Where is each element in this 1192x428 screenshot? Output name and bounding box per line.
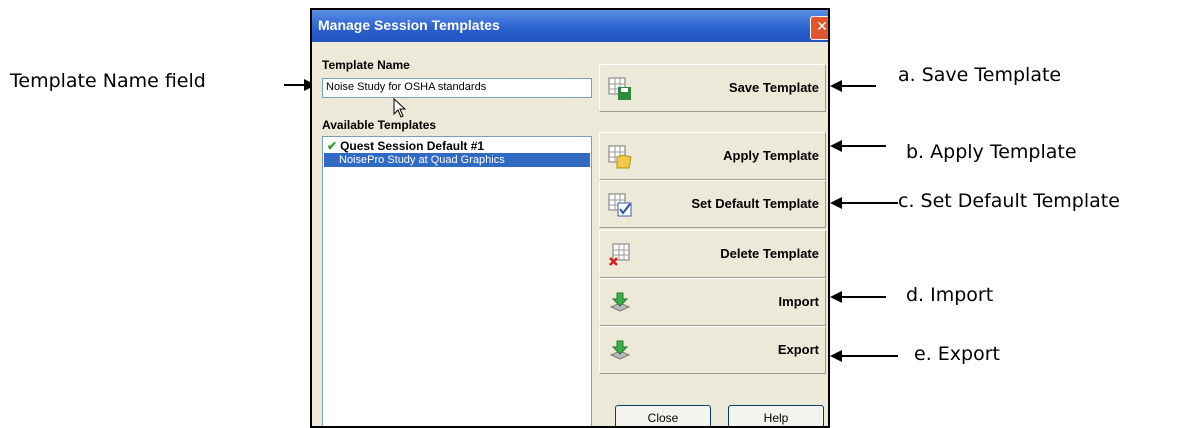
annotation-apply-template: b. Apply Template [906,141,1077,163]
list-item[interactable]: NoisePro Study at Quad Graphics [324,153,590,167]
import-label: Import [778,294,819,309]
export-label: Export [777,342,819,357]
close-button[interactable]: Close [615,405,711,426]
list-item[interactable]: ✔ Quest Session Default #1 [324,139,590,153]
annotation-export: e. Export [914,343,1000,365]
save-template-label: Save Template [728,80,819,95]
delete-template-label: Delete Template [720,246,819,261]
delete-template-button[interactable]: Delete Template [599,230,826,278]
template-name-label: Template Name [322,58,410,72]
mouse-pointer-icon [393,98,407,118]
annotation-save-template: a. Save Template [898,64,1062,86]
apply-template-button[interactable]: Apply Template [599,132,826,180]
export-icon [609,340,631,360]
dialog-title: Manage Session Templates [318,17,500,33]
annotation-arrow [840,202,898,204]
annotation-arrow [840,145,886,147]
annotation-arrow [284,84,306,86]
annotation-import: d. Import [906,284,994,306]
save-template-icon [608,77,631,100]
annotation-template-name-field: Template Name field [10,70,206,92]
title-bar: Manage Session Templates ✕ [312,10,828,42]
check-icon: ✔ [327,139,338,153]
set-default-template-button[interactable]: Set Default Template [599,180,826,228]
apply-template-icon [608,145,632,169]
set-default-template-icon [608,193,632,217]
import-button[interactable]: Import [599,278,826,326]
manage-session-templates-dialog: Manage Session Templates ✕ Template Name… [310,8,830,428]
close-icon[interactable]: ✕ [810,16,828,40]
available-templates-label: Available Templates [322,118,437,132]
export-button[interactable]: Export [599,326,826,374]
annotation-set-default-template: c. Set Default Template [898,190,1120,212]
help-button[interactable]: Help [728,405,824,426]
save-template-button[interactable]: Save Template [599,64,826,112]
delete-template-icon [609,243,630,266]
annotation-arrow [840,355,898,357]
apply-template-label: Apply Template [723,148,819,163]
template-name-field[interactable]: Noise Study for OSHA standards [322,78,592,98]
import-icon [609,292,631,312]
annotation-arrow [840,296,886,298]
annotation-arrow [840,85,876,87]
set-default-template-label: Set Default Template [691,196,819,211]
available-templates-list[interactable]: ✔ Quest Session Default #1 NoisePro Study… [322,136,592,426]
